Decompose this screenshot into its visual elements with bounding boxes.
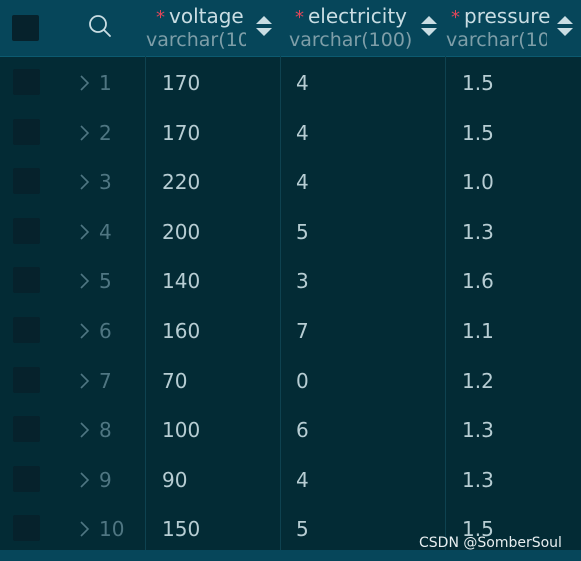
select-all-checkbox[interactable]	[12, 15, 39, 41]
table-row[interactable]: 7 70 0 1.2	[0, 355, 581, 405]
cell-electricity[interactable]: 3	[296, 269, 309, 293]
row-number: 5	[99, 269, 112, 294]
cell-electricity[interactable]: 4	[296, 71, 309, 95]
table-row[interactable]: 1 170 4 1.5	[0, 57, 581, 107]
row-checkbox[interactable]	[13, 217, 40, 244]
row-number: 2	[99, 120, 112, 145]
column-name: pressure	[464, 4, 551, 28]
cell-electricity[interactable]: 4	[296, 170, 309, 194]
cell-voltage[interactable]: 140	[162, 269, 200, 293]
sort-icon[interactable]	[420, 13, 438, 39]
cell-electricity[interactable]: 5	[296, 220, 309, 244]
chevron-right-icon[interactable]	[78, 421, 90, 439]
row-checkbox[interactable]	[13, 465, 40, 492]
chevron-right-icon[interactable]	[78, 372, 90, 390]
row-number: 3	[99, 170, 112, 195]
row-checkbox[interactable]	[13, 267, 40, 294]
sort-icon[interactable]	[255, 13, 273, 39]
column-header-electricity[interactable]: * electricity varchar(100)	[281, 0, 445, 56]
row-number: 9	[99, 467, 112, 492]
cell-voltage[interactable]: 200	[162, 220, 200, 244]
cell-pressure[interactable]: 1.3	[462, 418, 494, 442]
row-number: 8	[99, 418, 112, 443]
chevron-right-icon[interactable]	[78, 322, 90, 340]
table-row[interactable]: 9 90 4 1.3	[0, 454, 581, 504]
required-marker: *	[451, 7, 460, 28]
data-grid: *voltage varchar(100) *electricity varch…	[0, 0, 581, 561]
table-row[interactable]: 4 200 5 1.3	[0, 206, 581, 256]
required-marker: *	[295, 7, 304, 28]
row-number: 1	[99, 71, 112, 95]
cell-voltage[interactable]: 90	[162, 468, 187, 492]
grid-footer-bar	[0, 550, 581, 561]
cell-pressure[interactable]: 1.5	[462, 121, 494, 145]
sort-icon[interactable]	[556, 13, 574, 39]
row-checkbox[interactable]	[13, 118, 40, 145]
column-name: electricity	[308, 4, 408, 28]
table-row[interactable]: 5 140 3 1.6	[0, 255, 581, 305]
chevron-right-icon[interactable]	[78, 173, 90, 191]
table-row[interactable]: 3 220 4 1.0	[0, 156, 581, 206]
table-row[interactable]: 8 100 6 1.3	[0, 404, 581, 454]
cell-voltage[interactable]: 70	[162, 369, 187, 393]
chevron-right-icon[interactable]	[78, 124, 90, 142]
chevron-right-icon[interactable]	[78, 471, 90, 489]
cell-pressure[interactable]: 1.0	[462, 170, 494, 194]
row-number: 4	[99, 219, 112, 244]
cell-pressure[interactable]: 1.6	[462, 269, 494, 293]
column-header-pressure[interactable]: *pressure varchar(100)	[446, 0, 581, 56]
cell-voltage[interactable]: 150	[162, 517, 200, 541]
cell-electricity[interactable]: 7	[296, 319, 309, 343]
cell-voltage[interactable]: 160	[162, 319, 200, 343]
chevron-right-icon[interactable]	[78, 520, 90, 538]
required-marker: *	[156, 7, 165, 28]
cell-pressure[interactable]: 1.2	[462, 369, 494, 393]
row-number: 7	[99, 368, 112, 393]
cell-electricity[interactable]: 4	[296, 468, 309, 492]
row-checkbox[interactable]	[13, 69, 40, 95]
search-icon[interactable]	[87, 13, 113, 39]
column-type: varchar(100)	[289, 29, 413, 51]
cell-electricity[interactable]: 4	[296, 121, 309, 145]
cell-electricity[interactable]: 6	[296, 418, 309, 442]
watermark-text: CSDN @SomberSoul	[419, 535, 562, 551]
cell-electricity[interactable]: 0	[296, 369, 309, 393]
row-number: 6	[99, 319, 112, 343]
column-type: varchar(100)	[146, 29, 246, 51]
column-type: varchar(100)	[446, 29, 547, 51]
row-number: 10	[99, 517, 125, 542]
row-checkbox[interactable]	[13, 168, 40, 195]
grid-header: *voltage varchar(100) *electricity varch…	[0, 0, 581, 57]
cell-voltage[interactable]: 170	[162, 71, 200, 95]
cell-pressure[interactable]: 1.1	[462, 319, 494, 343]
cell-pressure[interactable]: 1.3	[462, 220, 494, 244]
row-checkbox[interactable]	[13, 416, 40, 443]
row-checkbox[interactable]	[13, 515, 40, 542]
table-row[interactable]: 2 170 4 1.5	[0, 107, 581, 157]
cell-pressure[interactable]: 1.5	[462, 71, 494, 95]
table-row[interactable]: 6 160 7 1.1	[0, 305, 581, 355]
chevron-right-icon[interactable]	[78, 223, 90, 241]
cell-voltage[interactable]: 100	[162, 418, 200, 442]
chevron-right-icon[interactable]	[78, 272, 90, 290]
column-name: voltage	[169, 4, 244, 28]
column-header-voltage[interactable]: *voltage varchar(100)	[146, 0, 280, 56]
row-checkbox[interactable]	[13, 366, 40, 393]
cell-voltage[interactable]: 170	[162, 121, 200, 145]
row-checkbox[interactable]	[13, 317, 40, 343]
cell-voltage[interactable]: 220	[162, 170, 200, 194]
cell-pressure[interactable]: 1.3	[462, 468, 494, 492]
cell-electricity[interactable]: 5	[296, 517, 309, 541]
chevron-right-icon[interactable]	[78, 74, 90, 92]
